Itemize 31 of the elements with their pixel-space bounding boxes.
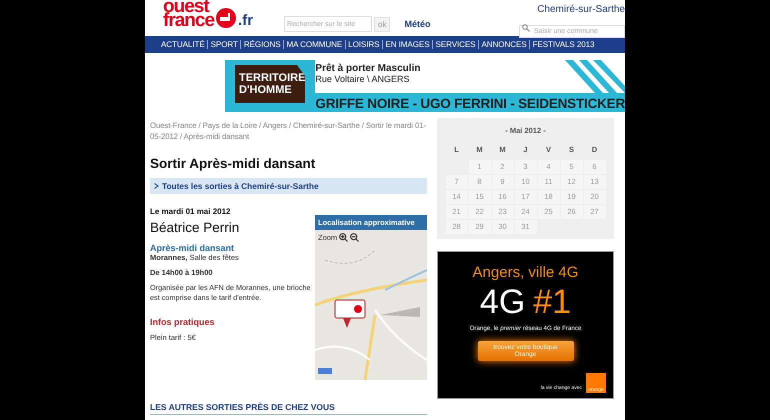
- ok-button[interactable]: ok: [374, 16, 390, 32]
- nav-link[interactable]: EN IMAGES: [382, 40, 432, 49]
- nav-link[interactable]: SERVICES: [432, 40, 478, 49]
- weather-link[interactable]: Météo: [404, 19, 430, 29]
- nav-link[interactable]: ANNONCES: [478, 40, 530, 49]
- domain-label: .fr: [238, 13, 254, 28]
- event-title: Après-midi dansant: [150, 243, 236, 253]
- all-events-link[interactable]: Toutes les sorties à Chemiré-sur-Sarthe: [150, 178, 427, 194]
- chevron-icon: [154, 183, 159, 189]
- banner-brands: GRIFFE NOIRE - UGO FERRINI - SEIDENSTICKER: [315, 96, 625, 111]
- brand-logo: TERRITOIRE D'HOMME: [235, 65, 306, 103]
- nav-link[interactable]: ACTUALITÉ: [161, 40, 208, 49]
- ad-big-text: 4G: [480, 283, 526, 321]
- ad-big-number: #1: [533, 283, 572, 321]
- event-date: Le mardi 01 mai 2012: [150, 207, 232, 216]
- nav-link[interactable]: SPORT: [207, 40, 240, 49]
- zoom-out-icon[interactable]: [350, 233, 360, 242]
- town-link[interactable]: Chemiré-sur-Sarthe: [537, 4, 625, 15]
- nav-link[interactable]: MA COMMUNE: [283, 40, 345, 49]
- nav-link[interactable]: LOISIRS: [344, 40, 382, 49]
- organizer-name: Béatrice Perrin: [150, 220, 240, 235]
- logo-circle-icon: [216, 8, 236, 28]
- ad-headline: Angers, ville 4G: [472, 264, 578, 281]
- info-heading: Infos pratiques: [150, 317, 216, 327]
- banner-address: Rue Voltaire \ ANGERS: [315, 74, 410, 84]
- zoom-in-icon[interactable]: [339, 233, 348, 242]
- banner-title: Prêt à porter Masculin: [315, 63, 422, 74]
- section-heading: LES AUTRES SORTIES PRÈS DE CHEZ VOUS: [150, 402, 427, 415]
- nav-link[interactable]: RÉGIONS: [240, 40, 284, 49]
- page-title: Sortir Après-midi dansant: [150, 156, 316, 171]
- nav-link[interactable]: FESTIVALS 2013: [529, 40, 597, 49]
